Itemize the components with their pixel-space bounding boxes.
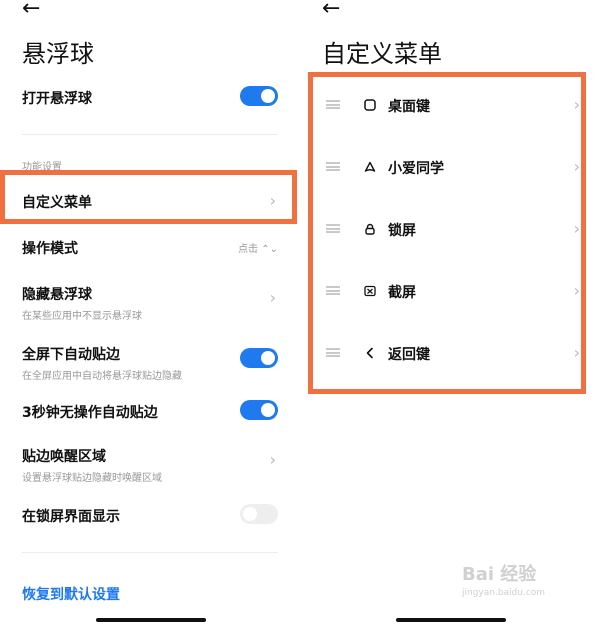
wake-area-desc: 设置悬浮球贴边隐藏时唤醒区域 [22,473,162,484]
divider [22,552,278,553]
chevron-right-icon: › [269,288,276,307]
page-title: 自定义菜单 [322,40,442,68]
drag-handle-icon[interactable] [326,348,340,357]
lockscreen-display-row[interactable]: 在锁屏界面显示 [22,504,280,526]
home-indicator [96,618,206,622]
fullscreen-auto-stick-row[interactable]: 全屏下自动贴边 在全屏应用中自动将悬浮球贴边隐藏 [22,344,280,382]
divider [22,134,278,135]
menu-item-home[interactable]: 桌面键 › [322,95,582,115]
back-chevron-icon [362,345,378,361]
chevron-right-icon: › [573,157,580,176]
open-floating-ball-toggle[interactable] [240,86,278,106]
page-title: 悬浮球 [22,40,94,68]
drag-handle-icon[interactable] [326,162,340,171]
operation-mode-row[interactable]: 操作模式 点击 ⌃⌄ [22,238,280,258]
chevron-right-icon: › [573,219,580,238]
drag-handle-icon[interactable] [326,286,340,295]
custom-menu-screen: ← 自定义菜单 桌面键 › 小爱同学 › 锁屏 › 截屏 › 返回键 › [300,0,600,628]
reset-defaults-link[interactable]: 恢复到默认设置 [22,584,120,604]
menu-item-label: 桌面键 [388,99,430,115]
idle-auto-stick-toggle[interactable] [240,400,278,420]
hide-floating-ball-row[interactable]: 隐藏悬浮球 在某些应用中不显示悬浮球 › [22,284,280,322]
menu-item-label: 小爱同学 [388,161,444,177]
menu-item-label: 锁屏 [388,223,416,239]
menu-item-back[interactable]: 返回键 › [322,343,582,363]
chevron-right-icon: › [573,343,580,362]
menu-item-lock[interactable]: 锁屏 › [322,219,582,239]
watermark-url: jingyan.baidu.com [462,588,546,598]
fullscreen-auto-stick-desc: 在全屏应用中自动将悬浮球贴边隐藏 [22,371,182,382]
watermark-main: Bai 经验 [462,564,537,585]
back-arrow-icon[interactable]: ← [22,0,40,20]
highlight-box [0,170,297,224]
wake-area-label: 贴边唤醒区域 [22,449,106,465]
hide-floating-ball-label: 隐藏悬浮球 [22,287,92,303]
drag-handle-icon[interactable] [326,224,340,233]
floating-ball-settings-screen: ← 悬浮球 打开悬浮球 功能设置 自定义菜单 › 操作模式 点击 ⌃⌄ 隐藏悬浮… [0,0,300,628]
lock-icon [362,221,378,237]
back-arrow-icon[interactable]: ← [322,0,340,20]
menu-item-screenshot[interactable]: 截屏 › [322,281,582,301]
chevron-right-icon: › [573,281,580,300]
home-square-icon [362,97,378,113]
menu-item-xiaoai[interactable]: 小爱同学 › [322,157,582,177]
open-floating-ball-row[interactable]: 打开悬浮球 [22,86,280,108]
menu-item-label: 返回键 [388,347,430,363]
menu-item-label: 截屏 [388,285,416,301]
xiaoai-icon [362,159,378,175]
lockscreen-display-toggle[interactable] [240,504,278,524]
wake-area-row[interactable]: 贴边唤醒区域 设置悬浮球贴边隐藏时唤醒区域 › [22,446,280,484]
operation-mode-value[interactable]: 点击 ⌃⌄ [238,240,278,255]
fullscreen-auto-stick-toggle[interactable] [240,348,278,368]
drag-handle-icon[interactable] [326,100,340,109]
hide-floating-ball-desc: 在某些应用中不显示悬浮球 [22,311,142,322]
screenshot-icon [362,283,378,299]
home-indicator [396,618,506,622]
chevron-right-icon: › [573,95,580,114]
idle-auto-stick-row[interactable]: 3秒钟无操作自动贴边 [22,400,280,422]
chevron-right-icon: › [269,450,276,469]
baidu-watermark: Bai 经验 jingyan.baidu.com [462,560,545,598]
